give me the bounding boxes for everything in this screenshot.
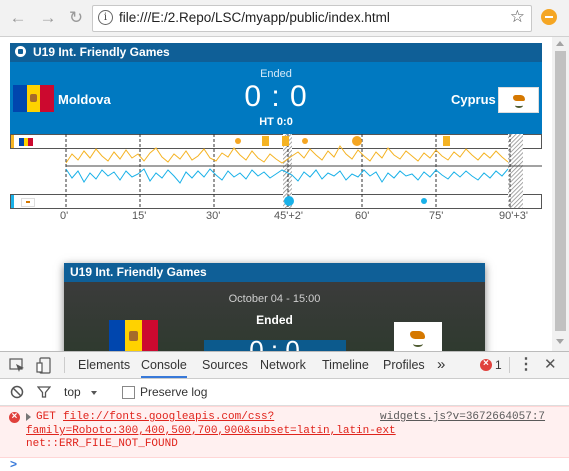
second-widget-title: U19 Int. Friendly Games [70, 265, 207, 279]
error-count-icon[interactable]: × [480, 358, 492, 371]
scroll-down-arrow-icon[interactable] [556, 339, 564, 344]
back-button[interactable]: ← [8, 8, 28, 28]
tab-divider [509, 357, 510, 373]
match-date: October 04 - 15:00 [228, 293, 321, 305]
scrollbar-thumb[interactable] [555, 51, 566, 331]
yellow-card-icon [443, 136, 450, 146]
context-select[interactable]: top [64, 385, 81, 399]
page-viewport: U19 Int. Friendly Games Moldova Ended 0 … [0, 37, 552, 351]
corner-event-icon [235, 138, 241, 144]
corner-event-icon [421, 198, 427, 204]
tick-label: 0' [60, 210, 69, 222]
devtools-tabbar: Elements Console Sources Network Timelin… [0, 352, 569, 379]
tab-profiles[interactable]: Profiles [383, 352, 425, 378]
device-mode-icon[interactable] [36, 357, 52, 374]
error-message: net::ERR_FILE_NOT_FOUND [26, 438, 178, 450]
expand-triangle-icon[interactable] [26, 413, 31, 421]
console-error-message: × GET file://fonts.googleapis.com/css? w… [0, 406, 569, 458]
forward-button[interactable]: → [38, 8, 58, 28]
page-scrollbar[interactable] [552, 37, 569, 351]
tab-elements[interactable]: Elements [78, 352, 130, 378]
clear-console-icon[interactable] [10, 385, 24, 399]
scoreboard: Moldova Ended 0 : 0 HT 0:0 Cyprus [10, 62, 542, 134]
console-toolbar: top Preserve log [0, 379, 569, 406]
devtools-panel: Elements Console Sources Network Timelin… [0, 351, 569, 471]
corner-event-icon [302, 138, 308, 144]
filter-icon[interactable] [37, 385, 51, 399]
shot-event-icon [284, 196, 294, 206]
request-method: GET [36, 411, 56, 423]
url-text[interactable]: file:///E:/2.Repo/LSC/myapp/public/index… [119, 10, 390, 25]
error-source-link[interactable]: widgets.js?v=3672664057:7 [380, 411, 545, 423]
browser-toolbar: ← → ↻ i file:///E:/2.Repo/LSC/myapp/publ… [0, 0, 569, 37]
widget-title: U19 Int. Friendly Games [33, 45, 170, 59]
preserve-log-checkbox[interactable] [122, 386, 135, 399]
preserve-log-label: Preserve log [140, 385, 208, 399]
more-tabs-icon[interactable]: » [437, 352, 445, 378]
tab-sources[interactable]: Sources [202, 352, 248, 378]
yellow-card-icon [282, 136, 289, 146]
second-widget-header: U19 Int. Friendly Games [64, 263, 485, 282]
cyprus-flag [498, 87, 539, 113]
yellow-card-icon [262, 136, 269, 146]
more-options-icon[interactable]: ⋮ [518, 352, 534, 378]
tab-network[interactable]: Network [260, 352, 306, 378]
tab-timeline[interactable]: Timeline [322, 352, 369, 378]
soccer-ball-icon [15, 46, 26, 57]
tick-label: 75' [429, 210, 444, 222]
tick-label: 30' [206, 210, 221, 222]
tick-label: 60' [355, 210, 370, 222]
reload-button[interactable]: ↻ [66, 8, 86, 28]
close-devtools-icon[interactable]: ✕ [544, 352, 557, 378]
tick-label: 15' [132, 210, 147, 222]
tick-label: 45'+2' [274, 210, 303, 222]
info-icon[interactable]: i [98, 10, 113, 25]
second-widget: U19 Int. Friendly Games October 04 - 15:… [64, 263, 485, 351]
away-team-name: Cyprus [451, 92, 496, 107]
cyprus-flag-large [394, 322, 442, 351]
match-timeline [65, 134, 542, 208]
error-url-line1[interactable]: file://fonts.googleapis.com/css? [63, 411, 274, 423]
scroll-up-arrow-icon[interactable] [556, 41, 564, 46]
shot-event-icon [352, 136, 362, 146]
inspect-element-icon[interactable] [9, 358, 25, 373]
tab-divider [64, 357, 65, 373]
halftime-score: HT 0:0 [259, 116, 293, 128]
chevron-down-icon[interactable] [91, 391, 97, 395]
widget-header: U19 Int. Friendly Games [10, 43, 542, 62]
tick-label: 90'+3' [499, 210, 528, 222]
address-bar[interactable]: i file:///E:/2.Repo/LSC/myapp/public/ind… [92, 5, 532, 32]
star-icon[interactable]: ☆ [510, 7, 525, 27]
tab-console[interactable]: Console [141, 352, 187, 378]
match-status: Ended [260, 68, 292, 80]
error-url-line2[interactable]: family=Roboto:300,400,500,700,900&subset… [26, 425, 396, 437]
extension-icon[interactable] [541, 9, 557, 25]
error-icon: × [9, 411, 20, 423]
error-count[interactable]: 1 [495, 352, 502, 378]
